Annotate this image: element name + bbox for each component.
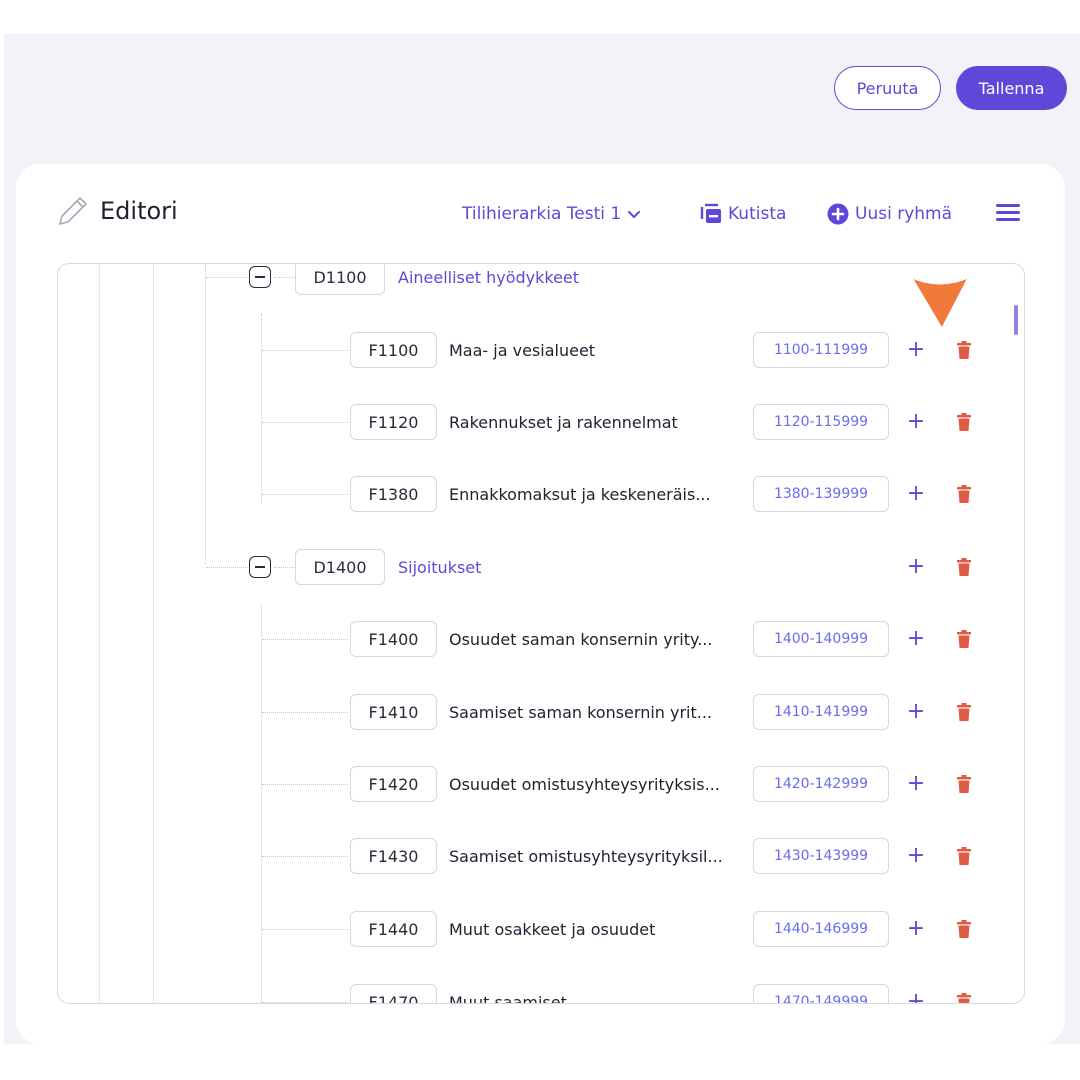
hamburger-icon[interactable]: [996, 204, 1020, 224]
tree-branch: [262, 784, 348, 785]
plus-icon[interactable]: +: [906, 411, 926, 433]
plus-icon[interactable]: +: [906, 918, 926, 940]
account-range[interactable]: 1400-140999: [753, 621, 889, 657]
hierarchy-select-label: Tilihierarkia Testi 1: [462, 204, 622, 224]
account-range[interactable]: 1430-143999: [753, 838, 889, 874]
account-code: F1420: [350, 766, 437, 802]
tree-branch: [262, 856, 348, 857]
plus-icon[interactable]: +: [906, 628, 926, 650]
editor-title: Editori: [100, 197, 178, 225]
trash-icon[interactable]: [957, 703, 971, 721]
tree-guide-line: [153, 264, 154, 1003]
tree-branch: [262, 712, 348, 713]
save-button[interactable]: Tallenna: [956, 66, 1067, 110]
tree-guide-line: [261, 604, 262, 1003]
new-group-button[interactable]: Uusi ryhmä: [827, 200, 952, 228]
tree-branch: [274, 567, 294, 568]
group-label[interactable]: Aineelliset hyödykkeet: [398, 264, 579, 295]
collapse-icon: [700, 203, 721, 223]
account-code: F1100: [350, 332, 437, 368]
pencil-icon: [59, 197, 87, 225]
plus-circle-icon: [827, 203, 849, 225]
account-code: F1380: [350, 476, 437, 512]
account-range[interactable]: 1100-111999: [753, 332, 889, 368]
plus-icon[interactable]: +: [906, 556, 926, 578]
account-range[interactable]: 1470-149999: [753, 984, 889, 1003]
account-range[interactable]: 1410-141999: [753, 694, 889, 730]
plus-icon[interactable]: +: [906, 991, 926, 1004]
tree-branch: [206, 567, 248, 568]
account-code: F1470: [350, 984, 437, 1003]
tree-branch: [262, 350, 348, 351]
plus-icon[interactable]: +: [906, 701, 926, 723]
minus-square-icon[interactable]: [249, 266, 271, 288]
collapse-label: Kutista: [728, 204, 787, 224]
editor-header: Editori: [56, 194, 178, 228]
tree-branch: [206, 277, 248, 278]
new-group-label: Uusi ryhmä: [855, 204, 953, 224]
plus-icon[interactable]: +: [906, 773, 926, 795]
account-label[interactable]: Maa- ja vesialueet: [449, 332, 595, 368]
account-label[interactable]: Ennakkomaksut ja keskeneräis...: [449, 476, 711, 512]
account-code: F1400: [350, 621, 437, 657]
account-range[interactable]: 1380-139999: [753, 476, 889, 512]
group-label[interactable]: Sijoitukset: [398, 549, 481, 585]
group-code: D1100: [295, 264, 385, 295]
trash-icon[interactable]: [957, 485, 971, 503]
account-code: F1120: [350, 404, 437, 440]
trash-icon[interactable]: [957, 993, 971, 1004]
collapse-button[interactable]: Kutista: [700, 200, 786, 228]
account-label[interactable]: Muut osakkeet ja osuudet: [449, 911, 655, 947]
tree-guide-line: [261, 314, 262, 504]
pointer-icon: [908, 274, 972, 332]
account-label[interactable]: Saamiset saman konsernin yrit...: [449, 694, 712, 730]
trash-icon[interactable]: [957, 341, 971, 359]
tree-branch: [262, 639, 348, 640]
cancel-button[interactable]: Peruuta: [834, 66, 941, 110]
tree-branch: [262, 929, 348, 930]
plus-icon[interactable]: +: [906, 339, 926, 361]
hierarchy-select[interactable]: Tilihierarkia Testi 1: [462, 200, 641, 228]
group-code: D1400: [295, 549, 385, 585]
account-label[interactable]: Saamiset omistusyhteysyrityksil...: [449, 838, 723, 874]
scrollbar-thumb[interactable]: [1014, 305, 1018, 335]
trash-icon[interactable]: [957, 847, 971, 865]
trash-icon[interactable]: [957, 775, 971, 793]
account-label[interactable]: Rakennukset ja rakennelmat: [449, 404, 678, 440]
trash-icon[interactable]: [957, 558, 971, 576]
trash-icon[interactable]: [957, 630, 971, 648]
chevron-down-icon: [628, 211, 641, 219]
account-code: F1410: [350, 694, 437, 730]
tree-branch: [262, 422, 348, 423]
account-range[interactable]: 1120-115999: [753, 404, 889, 440]
tree-branch: [262, 494, 348, 495]
account-code: F1430: [350, 838, 437, 874]
tree-container[interactable]: D1100 Aineelliset hyödykkeet F1100 Maa- …: [57, 263, 1025, 1004]
plus-icon[interactable]: +: [906, 483, 926, 505]
account-label[interactable]: Muut saamiset: [449, 984, 567, 1004]
trash-icon[interactable]: [957, 920, 971, 938]
trash-icon[interactable]: [957, 413, 971, 431]
tree-branch: [274, 277, 294, 278]
tree-guide-line: [205, 264, 206, 564]
plus-icon[interactable]: +: [906, 845, 926, 867]
minus-square-icon[interactable]: [249, 556, 271, 578]
account-code: F1440: [350, 911, 437, 947]
account-range[interactable]: 1440-146999: [753, 911, 889, 947]
account-label[interactable]: Osuudet omistusyhteysyrityksis...: [449, 766, 720, 802]
account-label[interactable]: Osuudet saman konsernin yrity...: [449, 621, 712, 657]
tree-guide-line: [99, 264, 100, 1003]
tree-branch: [262, 1002, 348, 1003]
account-range[interactable]: 1420-142999: [753, 766, 889, 802]
